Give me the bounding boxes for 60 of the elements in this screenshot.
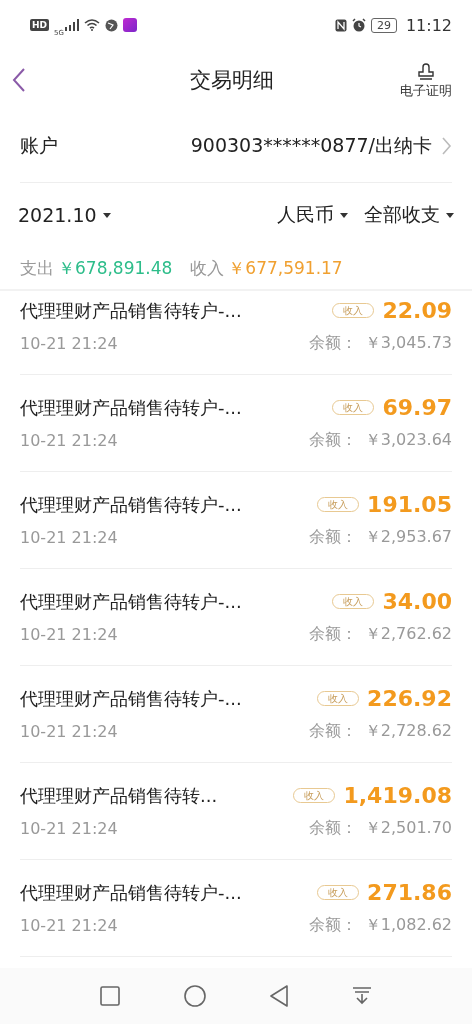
transaction-title[interactable]: 代理理财产品销售待转户-...	[20, 298, 333, 323]
balance-label: 余额：	[308, 818, 357, 839]
transaction-time: 10-21 21:24	[20, 916, 119, 935]
transaction-title[interactable]: 代理理财产品销售待转户-...	[20, 492, 318, 517]
balance-label: 余额：	[308, 527, 357, 548]
transaction-amount: 69.97	[382, 395, 452, 420]
transaction-time: 10-21 21:24	[20, 431, 119, 450]
type-dropdown[interactable]: 全部收支	[364, 202, 454, 228]
balance-label: 余额：	[308, 721, 357, 742]
balance-amount: ￥3,023.64	[364, 430, 452, 451]
transaction-time: 10-21 21:24	[20, 625, 119, 644]
clock-time: 11:12	[405, 15, 452, 35]
transaction-time: 10-21 21:24	[20, 334, 119, 353]
balance-amount: ￥2,728.62	[364, 721, 452, 742]
transaction-amount: 22.09	[382, 298, 452, 323]
month-dropdown[interactable]: 2021.10	[18, 204, 111, 226]
wifi-icon	[83, 19, 100, 31]
signal-icon	[64, 19, 79, 31]
transaction-title[interactable]: 代理理财产品销售待转户-...	[20, 589, 333, 614]
balance-label: 余额：	[308, 915, 357, 936]
transaction-time: 10-21 21:24	[20, 722, 119, 741]
balance-label: 余额：	[308, 430, 357, 451]
currency-dropdown[interactable]: 人民币	[277, 202, 348, 228]
expense-total: ￥678,891.48	[58, 256, 173, 280]
alarm-icon	[351, 18, 366, 32]
back-icon[interactable]	[12, 68, 26, 92]
home-icon[interactable]	[184, 985, 206, 1007]
balance-amount: ￥2,501.70	[364, 818, 452, 839]
income-label: 收入	[190, 256, 225, 280]
transaction-time: 10-21 21:24	[20, 819, 119, 838]
notification-icon[interactable]	[352, 986, 372, 1006]
transaction-amount: 34.00	[382, 589, 452, 614]
income-total: ￥677,591.17	[228, 256, 343, 280]
hd-indicator: HD	[30, 19, 49, 31]
certificate-button[interactable]: 电子证明	[400, 60, 452, 100]
transaction-title[interactable]: 代理理财产品销售待转...	[20, 783, 294, 808]
chevron-icon	[442, 137, 452, 155]
transaction-title[interactable]: 代理理财产品销售待转户-...	[20, 880, 318, 905]
balance-label: 余额：	[308, 624, 357, 645]
transaction-time: 10-21 21:24	[20, 528, 119, 547]
transaction-title[interactable]: 代理理财产品销售待转户-...	[20, 395, 333, 420]
balance-amount: ￥2,762.62	[364, 624, 452, 645]
transaction-amount: 191.05	[367, 492, 452, 517]
stamp-icon	[416, 60, 436, 81]
recents-icon[interactable]	[100, 986, 120, 1006]
balance-amount: ￥1,082.62	[364, 915, 452, 936]
balance-amount: ￥2,953.67	[364, 527, 452, 548]
transaction-title[interactable]: 代理理财产品销售待转户-...	[20, 686, 318, 711]
transaction-amount: 226.92	[367, 686, 452, 711]
balance-amount: ￥3,045.73	[364, 333, 452, 354]
account-row[interactable]: 账户 900303******0877/出纳卡	[0, 110, 472, 182]
page-title: 交易明细	[190, 67, 274, 94]
battery-indicator: 29	[370, 17, 397, 33]
balance-label: 余额：	[308, 333, 357, 354]
transaction-amount: 271.86	[367, 880, 452, 905]
transaction-amount: 1,419.08	[343, 783, 452, 808]
expense-label: 支出	[20, 256, 54, 280]
back-nav-icon[interactable]	[270, 985, 288, 1007]
app-icon	[122, 18, 137, 32]
nfc-icon	[334, 18, 347, 32]
